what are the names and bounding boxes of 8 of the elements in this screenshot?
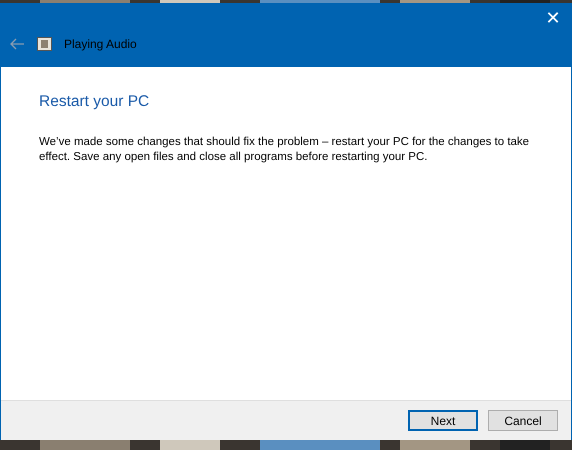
app-icon <box>37 37 52 51</box>
dialog-button[interactable]: Cancel <box>488 410 558 431</box>
message-text: We’ve made some changes that should fix the problem – restart your PC for the changes to take effect. Save any open files and close all programs before restarting your PC. <box>39 135 530 166</box>
window-title: Playing Audio <box>64 36 137 53</box>
close-button[interactable]: ✕ <box>535 3 571 33</box>
heading: Restart your PC <box>39 92 150 112</box>
back-arrow-icon[interactable] <box>9 38 25 50</box>
dialog-button[interactable]: Next <box>408 410 478 431</box>
